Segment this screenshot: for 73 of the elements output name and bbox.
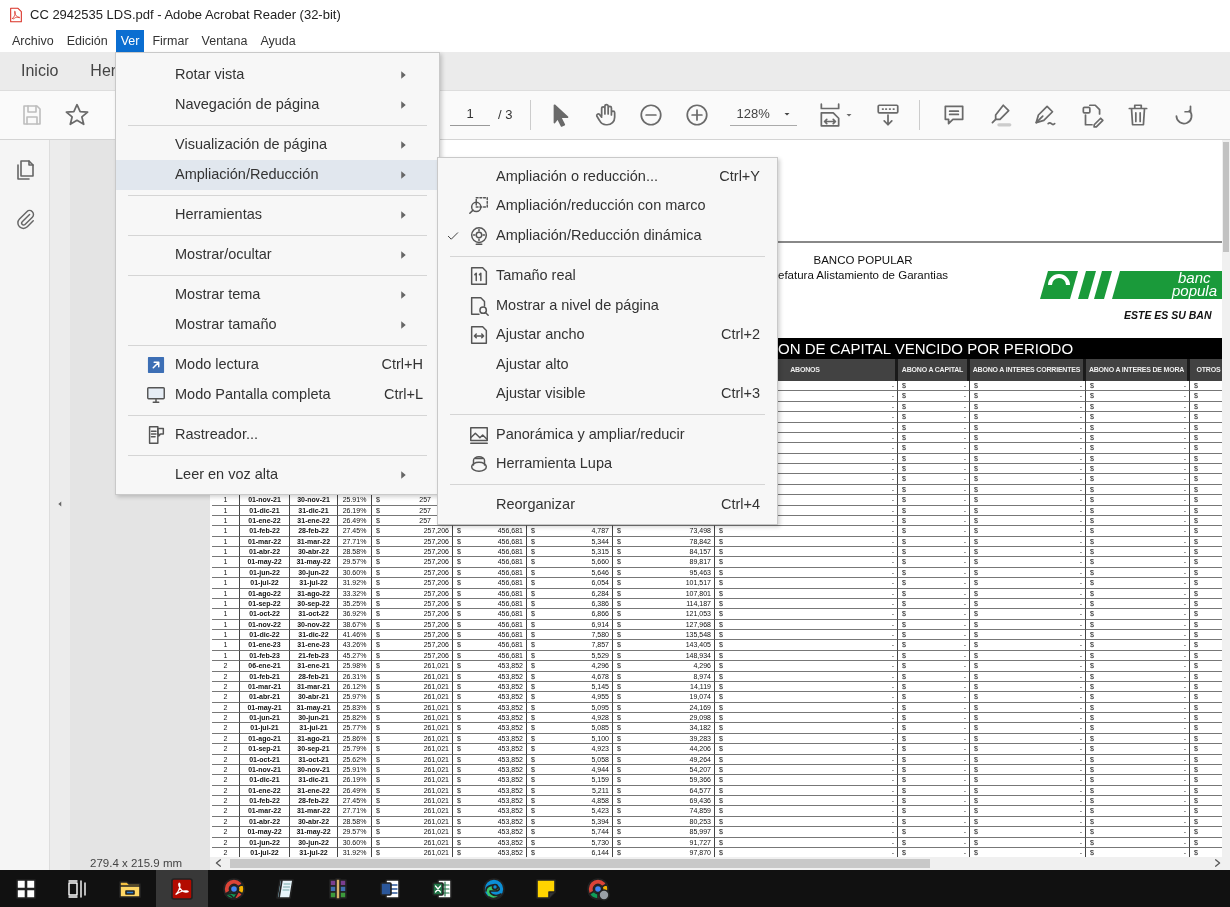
monitor-icon — [145, 384, 167, 406]
menu-item[interactable]: Ajustar visible Ctrl+3 — [438, 379, 777, 409]
menu-item[interactable]: Tamaño real — [438, 261, 777, 291]
shortcut-label: Ctrl+4 — [720, 494, 760, 514]
menu-item[interactable]: Leer en voz alta — [116, 460, 439, 490]
horizontal-scrollbar[interactable] — [210, 857, 1230, 870]
tab[interactable]: Her — [90, 59, 117, 83]
zoom-dropdown[interactable]: 128% — [730, 103, 798, 127]
zoom-out-icon[interactable] — [638, 102, 665, 128]
menu-item[interactable]: Rotar vista — [116, 60, 439, 90]
expand-icon — [145, 354, 167, 376]
menu-item[interactable]: Edición — [61, 29, 113, 53]
menu-item[interactable]: Mostrar a nivel de página — [438, 291, 777, 321]
report-title: ON DE CAPITAL VENCIDO POR PERIODO — [778, 340, 1074, 357]
browser-icon — [482, 876, 506, 901]
shortcut-label: Ctrl+2 — [720, 325, 760, 345]
menu-item[interactable]: Herramientas — [116, 200, 439, 230]
document-app-icon — [378, 876, 402, 901]
menu-item[interactable]: Ampliación/Reducción dinámica — [438, 221, 777, 251]
zoom-in-icon[interactable] — [684, 102, 711, 128]
tab[interactable]: Inicio — [21, 59, 59, 83]
department-name: efatura Alistamiento de Garantias — [778, 268, 949, 283]
taskbar-app[interactable] — [156, 870, 208, 907]
keyboard-scroll-icon[interactable] — [875, 102, 902, 128]
scroll-left-icon[interactable] — [214, 857, 222, 869]
scroll-right-icon[interactable] — [1214, 857, 1222, 869]
windows-start-icon — [14, 876, 38, 901]
edit-document-icon[interactable] — [1079, 102, 1106, 128]
shortcut-label: Ctrl+H — [381, 355, 423, 375]
menu-item[interactable]: Ampliación o reducción... Ctrl+Y — [438, 162, 777, 192]
menu-item[interactable]: Modo Pantalla completa Ctrl+L — [116, 380, 439, 410]
menu-item[interactable]: Ayuda — [255, 29, 301, 53]
menu-item[interactable]: Ver — [115, 29, 145, 53]
menu-item[interactable]: Mostrar tamaño — [116, 310, 439, 340]
menu-item[interactable]: Modo lectura Ctrl+H — [116, 350, 439, 380]
window-title: CC 2942535 LDS.pdf - Adobe Acrobat Reader (32-bit) — [30, 6, 341, 25]
menu-item[interactable]: Archivo — [7, 29, 59, 53]
shortcut-label: Ctrl+Y — [719, 166, 760, 186]
menu-item[interactable]: Mostrar tema — [116, 280, 439, 310]
menu-item[interactable]: Reorganizar Ctrl+4 — [438, 490, 777, 520]
page-number-field[interactable]: 1 — [450, 104, 490, 126]
browser-icon — [222, 876, 246, 901]
menu-item[interactable]: Ajustar alto — [438, 350, 777, 380]
page-magnifier-icon — [468, 294, 490, 317]
menu-item[interactable]: Ajustar ancho Ctrl+2 — [438, 320, 777, 350]
vertical-scrollbar[interactable] — [1222, 140, 1230, 857]
menu-item[interactable]: Navegación de página — [116, 90, 439, 120]
menu-item[interactable]: Visualización de página — [116, 130, 439, 160]
star-icon[interactable] — [64, 102, 90, 128]
menu-item[interactable]: Ventana — [196, 29, 253, 53]
archive-icon — [326, 876, 350, 901]
page-icon — [468, 265, 490, 288]
page-size-label: 279.4 x 215.9 mm — [70, 857, 210, 870]
spreadsheet-app-icon — [430, 876, 454, 901]
pdf-app-icon — [170, 876, 194, 901]
browser-icon — [586, 876, 610, 901]
menu-item[interactable]: Ampliación/reducción con marco — [438, 191, 777, 221]
menu-item[interactable]: Firmar — [147, 29, 194, 53]
sticky-note-icon — [534, 876, 558, 901]
menu-item[interactable]: Ampliación/Reducción — [116, 160, 439, 190]
page-total: / 3 — [498, 106, 513, 125]
shortcut-label: Ctrl+L — [383, 385, 423, 405]
menu-item[interactable]: Panorámica y ampliar/reducir — [438, 420, 777, 450]
zoom-dial-icon — [468, 224, 490, 247]
pdf-file-icon — [8, 7, 24, 23]
fit-width-icon — [468, 324, 490, 347]
zoom-value: 128% — [736, 104, 770, 123]
menu-item[interactable]: Herramienta Lupa — [438, 449, 777, 479]
menu-item[interactable]: Mostrar/ocultar — [116, 240, 439, 270]
menu-item[interactable]: Rastreador... — [116, 420, 439, 450]
logo-slogan: ESTE ES SU BAN — [1124, 309, 1212, 321]
bank-name: BANCO POPULAR — [813, 253, 913, 268]
shortcut-label: Ctrl+3 — [720, 384, 760, 404]
